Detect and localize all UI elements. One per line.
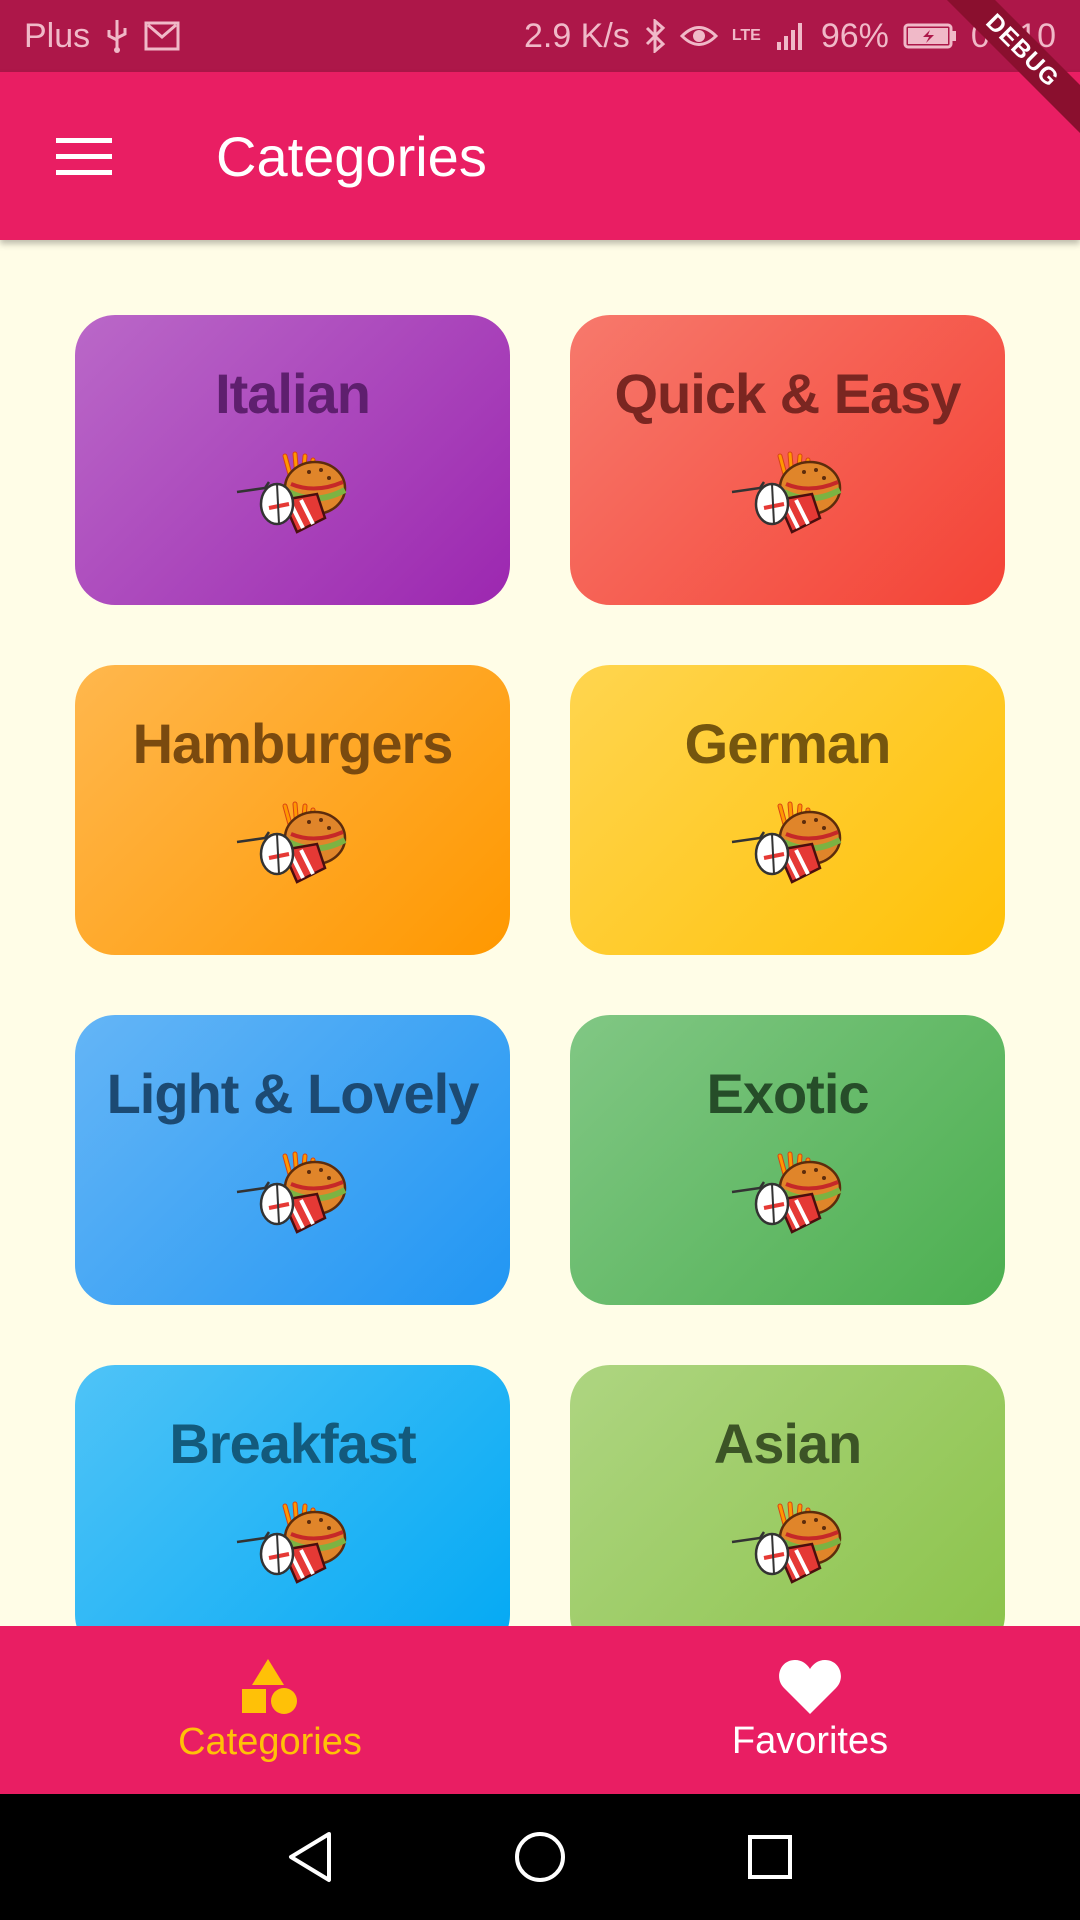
- recents-button[interactable]: [740, 1827, 800, 1887]
- category-title: Italian: [215, 362, 371, 425]
- fast-food-icon: [233, 1148, 353, 1243]
- signal-icon: [775, 20, 807, 52]
- carrier-label: Plus: [24, 16, 91, 55]
- category-title: Hamburgers: [132, 712, 454, 775]
- category-title: Breakfast: [169, 1412, 416, 1475]
- category-tile[interactable]: Asian: [570, 1365, 1005, 1626]
- category-title: Asian: [713, 1412, 862, 1475]
- nav-label-categories: Categories: [178, 1720, 362, 1763]
- bottom-navigation: Categories Favorites: [0, 1626, 1080, 1794]
- status-bar-left: Plus: [24, 17, 180, 56]
- category-title: Exotic: [706, 1062, 869, 1125]
- category-tile[interactable]: Exotic: [570, 1015, 1005, 1305]
- fast-food-icon: [728, 448, 848, 543]
- fast-food-icon: [728, 798, 848, 893]
- category-tile[interactable]: Quick & Easy: [570, 315, 1005, 605]
- bluetooth-icon: [644, 19, 666, 53]
- heart-icon: [779, 1659, 841, 1714]
- category-title: Light & Lovely: [106, 1062, 480, 1125]
- category-title: Quick & Easy: [614, 362, 962, 425]
- network-speed: 2.9 K/s: [523, 16, 630, 55]
- nav-label-favorites: Favorites: [731, 1719, 889, 1762]
- app-bar: Categories: [0, 72, 1080, 240]
- category-title: German: [684, 712, 892, 775]
- network-type: LTE: [731, 27, 761, 44]
- status-bar: Plus 2.9 K/s LTE 96% 09:10: [0, 0, 1080, 72]
- menu-icon: [56, 138, 112, 175]
- category-tile[interactable]: Light & Lovely: [75, 1015, 510, 1305]
- back-button[interactable]: [280, 1827, 340, 1887]
- home-icon: [515, 1832, 565, 1882]
- battery-percent: 96%: [820, 16, 889, 55]
- fast-food-icon: [233, 448, 353, 543]
- menu-button[interactable]: [42, 114, 126, 198]
- categories-screen[interactable]: Italian Quick & Easy Hamburgers German L…: [0, 240, 1080, 1626]
- eye-icon: [679, 23, 718, 49]
- category-tile[interactable]: Hamburgers: [75, 665, 510, 955]
- page-title: Categories: [216, 124, 487, 188]
- debug-banner: DEBUG: [920, 0, 1080, 160]
- recents-icon: [748, 1835, 792, 1879]
- fast-food-icon: [728, 1148, 848, 1243]
- usb-icon: [104, 18, 130, 54]
- debug-banner-label: DEBUG: [939, 0, 1080, 134]
- nav-item-categories[interactable]: Categories: [0, 1626, 540, 1794]
- fast-food-icon: [728, 1498, 848, 1593]
- category-grid: Italian Quick & Easy Hamburgers German L…: [75, 315, 1005, 1626]
- category-tile[interactable]: Breakfast: [75, 1365, 510, 1626]
- fast-food-icon: [233, 1498, 353, 1593]
- category-tile[interactable]: Italian: [75, 315, 510, 605]
- category-shapes-icon: [242, 1658, 297, 1714]
- home-button[interactable]: [510, 1827, 570, 1887]
- system-navigation-bar: [0, 1794, 1080, 1920]
- nav-item-favorites[interactable]: Favorites: [540, 1626, 1080, 1794]
- fast-food-icon: [233, 798, 353, 893]
- gmail-icon: [144, 21, 180, 51]
- category-tile[interactable]: German: [570, 665, 1005, 955]
- back-icon: [289, 1832, 331, 1882]
